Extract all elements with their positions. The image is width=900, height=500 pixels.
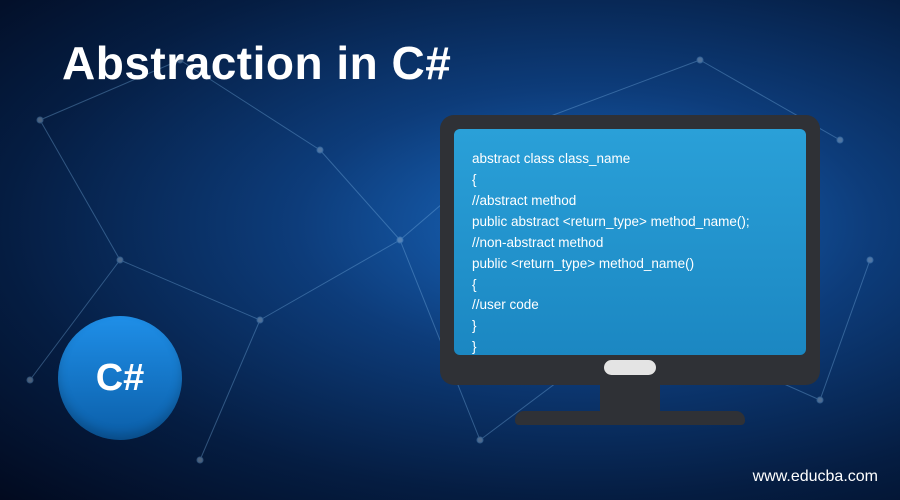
code-line: { xyxy=(472,275,788,296)
monitor-power-button-icon xyxy=(604,360,656,375)
code-line: } xyxy=(472,316,788,337)
code-line: public abstract <return_type> method_nam… xyxy=(472,212,788,233)
page-title: Abstraction in C# xyxy=(62,36,451,90)
code-line: { xyxy=(472,170,788,191)
language-badge: C# xyxy=(58,316,182,440)
code-line: abstract class class_name xyxy=(472,149,788,170)
monitor-illustration: abstract class class_name { //abstract m… xyxy=(440,115,820,425)
code-line: //abstract method xyxy=(472,191,788,212)
code-line: public <return_type> method_name() xyxy=(472,254,788,275)
watermark-text: www.educba.com xyxy=(753,468,878,486)
monitor-frame: abstract class class_name { //abstract m… xyxy=(440,115,820,385)
language-badge-label: C# xyxy=(96,357,145,400)
code-line: //user code xyxy=(472,295,788,316)
code-screen: abstract class class_name { //abstract m… xyxy=(454,129,806,355)
code-line: //non-abstract method xyxy=(472,233,788,254)
monitor-stand-neck xyxy=(600,385,660,411)
monitor-stand-base xyxy=(515,411,745,425)
code-line: } xyxy=(472,337,788,358)
